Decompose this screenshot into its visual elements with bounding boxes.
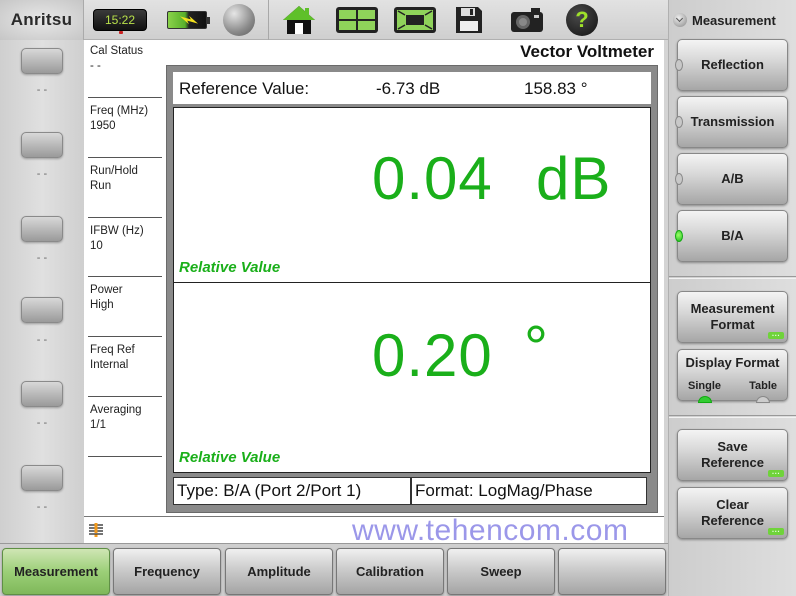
a-over-b-button[interactable]: A/B — [675, 153, 788, 205]
anritsu-logo: Anritsu — [0, 0, 84, 40]
toolbar-divider — [268, 0, 269, 40]
phase-relative-label: Relative Value — [179, 449, 281, 466]
tab-amplitude[interactable]: Amplitude — [225, 548, 333, 595]
reference-label: Reference Value: — [179, 79, 310, 98]
tab-empty[interactable] — [558, 548, 666, 595]
magnitude-value: 0.04 — [372, 145, 493, 212]
bottom-menu-bar: Measurement Frequency Amplitude Calibrat… — [0, 543, 668, 596]
reference-value-bar: Reference Value: -6.73 dB 158.83 ° — [173, 72, 651, 104]
status-run-hold: Run/Hold Run — [90, 165, 138, 192]
fullscreen-icon[interactable] — [391, 4, 439, 36]
tab-measurement[interactable]: Measurement — [2, 548, 110, 595]
radio-indicator — [675, 59, 683, 71]
status-divider — [88, 97, 162, 98]
left-softkey-4[interactable] — [21, 297, 63, 323]
phase-unit: ° — [524, 314, 549, 381]
right-softkey-menu: Measurement Reflection Transmission A/B … — [668, 0, 796, 596]
left-softkey-6-label: - - — [36, 501, 48, 513]
phase-display: 0.20 ° Relative Value — [173, 282, 651, 473]
status-freq: Freq (MHz) 1950 — [90, 105, 149, 132]
menu-divider — [669, 415, 796, 418]
phase-value: 0.20 — [372, 322, 493, 389]
left-softkey-6[interactable] — [21, 465, 63, 491]
transmission-button[interactable]: Transmission — [675, 96, 788, 148]
b-over-a-button[interactable]: B/A — [675, 210, 788, 262]
left-softkey-2[interactable] — [21, 132, 63, 158]
save-reference-button[interactable]: Save Reference ... — [677, 429, 788, 481]
menu-title[interactable]: Measurement — [673, 8, 776, 32]
radio-indicator — [675, 116, 683, 128]
left-softkey-5[interactable] — [21, 381, 63, 407]
globe-icon[interactable] — [220, 4, 258, 36]
display-format-table: Table — [749, 380, 777, 392]
radio-indicator — [675, 173, 683, 185]
left-softkey-5-label: - - — [36, 417, 48, 429]
submenu-indicator-icon: ... — [768, 468, 784, 477]
reflection-button[interactable]: Reflection — [675, 39, 788, 91]
status-divider — [88, 336, 162, 337]
status-averaging: Averaging 1/1 — [90, 404, 142, 431]
camera-icon[interactable] — [506, 4, 548, 36]
table-indicator — [756, 396, 770, 403]
clock-display: 15:22 — [92, 4, 148, 36]
left-softkey-2-label: - - — [36, 168, 48, 180]
vector-voltmeter-panel: Reference Value: -6.73 dB 158.83 ° 0.04 … — [166, 65, 658, 513]
tab-calibration[interactable]: Calibration — [336, 548, 444, 595]
radio-indicator-selected — [675, 230, 683, 242]
left-softkey-column: - - - - - - - - - - - - — [0, 40, 84, 543]
status-cal: Cal Status - - — [90, 45, 144, 72]
clear-reference-button[interactable]: Clear Reference ... — [677, 487, 788, 539]
status-divider — [88, 396, 162, 397]
status-ifbw: IFBW (Hz) 10 — [90, 225, 144, 252]
top-toolbar: Anritsu 15:22 ? — [0, 0, 668, 40]
tab-sweep[interactable]: Sweep — [447, 548, 555, 595]
tab-frequency[interactable]: Frequency — [113, 548, 221, 595]
reference-magnitude: -6.73 dB — [376, 79, 441, 98]
status-power: Power High — [90, 284, 123, 311]
status-panel: Cal Status - - Freq (MHz) 1950 Run/Hold Run… — [84, 40, 168, 516]
message-list-icon[interactable] — [88, 522, 104, 538]
single-selected-indicator — [698, 396, 712, 403]
magnitude-unit: dB — [536, 145, 612, 212]
chevron-down-icon — [673, 13, 687, 27]
layout-grid-icon[interactable] — [333, 4, 381, 36]
status-divider — [88, 157, 162, 158]
submenu-indicator-icon: ... — [768, 330, 784, 339]
measurement-type: Type: B/A (Port 2/Port 1) — [173, 477, 411, 505]
status-divider — [88, 276, 162, 277]
status-divider — [88, 217, 162, 218]
measurement-format: Format: LogMag/Phase — [411, 477, 647, 505]
left-softkey-1-label: - - — [36, 84, 48, 96]
page-title: Vector Voltmeter — [520, 42, 654, 61]
status-freq-ref: Freq Ref Internal — [90, 344, 135, 371]
left-softkey-4-label: - - — [36, 334, 48, 346]
save-disk-icon[interactable] — [451, 4, 487, 36]
vector-voltmeter-screen: Anritsu 15:22 ? - - - - - - - - - - - - … — [0, 0, 796, 596]
display-format-toggle[interactable]: Display Format Single Table — [677, 349, 788, 403]
left-softkey-1[interactable] — [21, 48, 63, 74]
left-softkey-3[interactable] — [21, 216, 63, 242]
help-icon[interactable]: ? — [564, 4, 600, 36]
submenu-indicator-icon: ... — [768, 526, 784, 535]
menu-divider — [669, 276, 796, 279]
reference-phase: 158.83 ° — [524, 79, 588, 98]
battery-charging-icon — [163, 4, 211, 36]
display-format-single: Single — [688, 380, 722, 392]
home-icon[interactable] — [278, 4, 320, 36]
magnitude-relative-label: Relative Value — [179, 259, 281, 276]
magnitude-display: 0.04 dB Relative Value — [173, 107, 651, 283]
status-divider — [88, 456, 162, 457]
left-softkey-3-label: - - — [36, 252, 48, 264]
measurement-format-button[interactable]: Measurement Format ... — [677, 291, 788, 343]
